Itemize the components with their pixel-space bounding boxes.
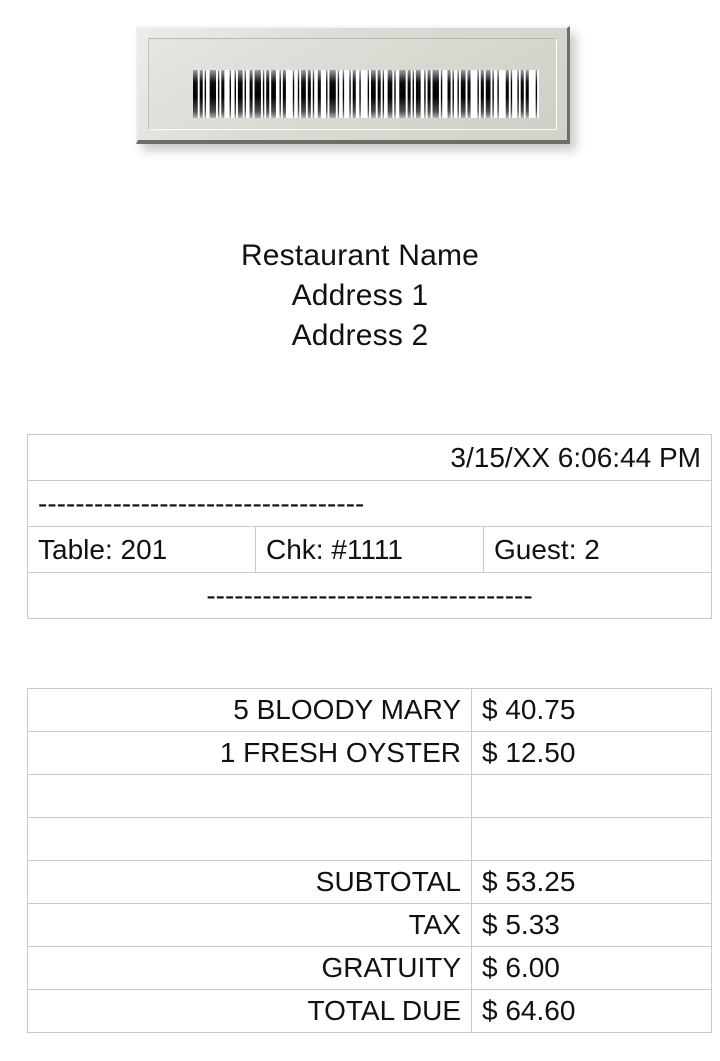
table-row-total-due: TOTAL DUE $ 64.60 — [27, 989, 712, 1033]
item-description — [27, 817, 472, 861]
item-price — [471, 817, 712, 861]
table-row-subtotal: SUBTOTAL $ 53.25 — [27, 860, 712, 904]
check-number: Chk: #1111 — [255, 526, 484, 573]
guest-count: Guest: 2 — [483, 526, 712, 573]
barcode-plaque-inner-recess — [148, 38, 557, 130]
divider-dashes-top: ----------------------------------- — [27, 480, 712, 527]
item-price: $ 40.75 — [471, 688, 712, 732]
table-number: Table: 201 — [27, 526, 256, 573]
table-row-datetime: 3/15/XX 6:06:44 PM — [27, 434, 712, 481]
receipt-header: Restaurant Name Address 1 Address 2 — [0, 236, 720, 356]
table-row-empty — [27, 774, 712, 818]
address-line-2: Address 2 — [291, 319, 429, 352]
total-amount: $ 64.60 — [471, 989, 712, 1033]
table-row: 5 BLOODY MARY $ 40.75 — [27, 688, 712, 732]
table-row-divider-bottom: ----------------------------------- — [27, 572, 712, 619]
item-price — [471, 774, 712, 818]
item-description — [27, 774, 472, 818]
address-line-1: Address 1 — [291, 279, 429, 312]
total-amount: $ 6.00 — [471, 946, 712, 990]
item-price: $ 12.50 — [471, 731, 712, 775]
table-row-gratuity: GRATUITY $ 6.00 — [27, 946, 712, 990]
total-label: TAX — [27, 903, 472, 947]
item-description: 5 BLOODY MARY — [27, 688, 472, 732]
table-row-divider-top: ----------------------------------- — [27, 480, 712, 527]
barcode-plaque-area — [0, 0, 720, 212]
table-row-empty — [27, 817, 712, 861]
total-amount: $ 53.25 — [471, 860, 712, 904]
table-row-check-info: Table: 201 Chk: #1111 Guest: 2 — [27, 526, 712, 573]
table-row-tax: TAX $ 5.33 — [27, 903, 712, 947]
divider-dashes-bottom: ----------------------------------- — [27, 572, 712, 619]
table-row: 1 FRESH OYSTER $ 12.50 — [27, 731, 712, 775]
barcode-bars — [193, 70, 538, 118]
total-amount: $ 5.33 — [471, 903, 712, 947]
receipt-info-table: 3/15/XX 6:06:44 PM ---------------------… — [27, 434, 712, 619]
restaurant-name: Restaurant Name — [240, 239, 480, 272]
barcode-plaque — [136, 26, 570, 144]
receipt-datetime: 3/15/XX 6:06:44 PM — [27, 434, 712, 481]
total-label: TOTAL DUE — [27, 989, 472, 1033]
total-label: GRATUITY — [27, 946, 472, 990]
receipt-items-table: 5 BLOODY MARY $ 40.75 1 FRESH OYSTER $ 1… — [27, 688, 712, 1033]
total-label: SUBTOTAL — [27, 860, 472, 904]
barcode-icon — [193, 70, 539, 118]
item-description: 1 FRESH OYSTER — [27, 731, 472, 775]
